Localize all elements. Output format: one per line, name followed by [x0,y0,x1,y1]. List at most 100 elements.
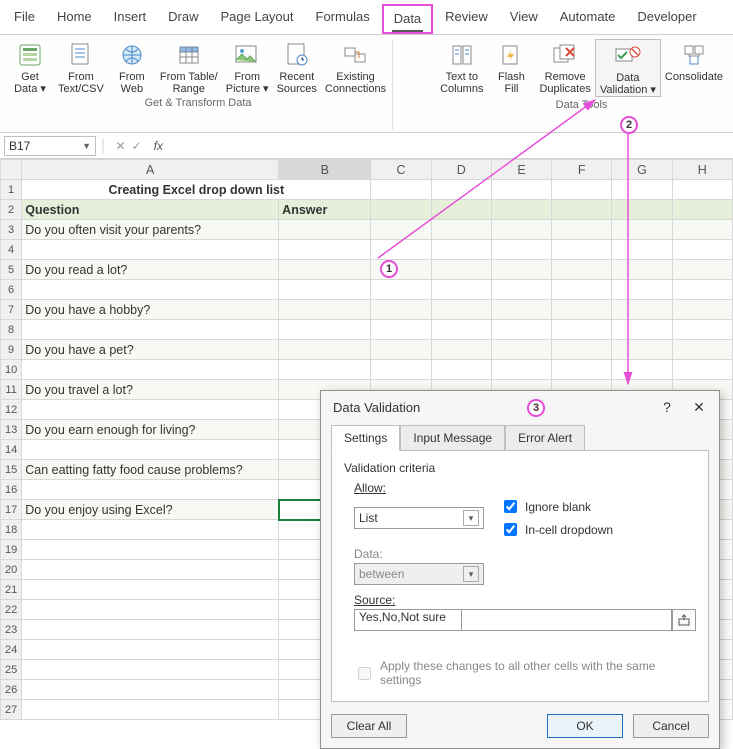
tab-automate[interactable]: Automate [550,4,626,34]
cell-A15[interactable]: Can eatting fatty food cause problems? [22,460,279,480]
fx-icon[interactable]: fx [150,139,167,153]
row-header-10[interactable]: 10 [1,360,22,380]
cell-B4[interactable] [279,240,371,260]
cell-A7[interactable]: Do you have a hobby? [22,300,279,320]
cell-G3[interactable] [612,220,672,240]
cell-F3[interactable] [552,220,612,240]
cell-D6[interactable] [431,280,491,300]
tab-draw[interactable]: Draw [158,4,208,34]
from-picture-button[interactable]: From Picture ▾ [222,39,273,95]
row-header-23[interactable]: 23 [1,620,22,640]
cell-A24[interactable] [22,640,279,660]
row-header-19[interactable]: 19 [1,540,22,560]
cell-C1[interactable] [371,180,431,200]
tab-file[interactable]: File [4,4,45,34]
col-header-C[interactable]: C [371,160,431,180]
cell-H9[interactable] [672,340,732,360]
cell-B3[interactable] [279,220,371,240]
cell-H10[interactable] [672,360,732,380]
col-header-B[interactable]: B [279,160,371,180]
cell-E9[interactable] [491,340,551,360]
name-box[interactable]: B17 ▼ [4,136,96,156]
cell-B6[interactable] [279,280,371,300]
row-header-26[interactable]: 26 [1,680,22,700]
row-header-18[interactable]: 18 [1,520,22,540]
row-header-3[interactable]: 3 [1,220,22,240]
cell-F8[interactable] [552,320,612,340]
row-header-6[interactable]: 6 [1,280,22,300]
row-header-25[interactable]: 25 [1,660,22,680]
cell-D2[interactable] [431,200,491,220]
tab-error-alert[interactable]: Error Alert [505,425,585,451]
cell-C2[interactable] [371,200,431,220]
close-button[interactable]: ✕ [689,399,709,416]
col-header-H[interactable]: H [672,160,732,180]
cell-E3[interactable] [491,220,551,240]
row-header-20[interactable]: 20 [1,560,22,580]
cell-F7[interactable] [552,300,612,320]
row-header-27[interactable]: 27 [1,700,22,720]
from-table-button[interactable]: From Table/ Range [156,39,222,95]
cell-A10[interactable] [22,360,279,380]
cell-C8[interactable] [371,320,431,340]
cell-H4[interactable] [672,240,732,260]
cell-F6[interactable] [552,280,612,300]
cell-E6[interactable] [491,280,551,300]
col-header-F[interactable]: F [552,160,612,180]
cell-A20[interactable] [22,560,279,580]
tab-insert[interactable]: Insert [104,4,157,34]
cell-C9[interactable] [371,340,431,360]
cell-G8[interactable] [612,320,672,340]
cell-H6[interactable] [672,280,732,300]
tab-input-message[interactable]: Input Message [400,425,505,451]
cell-E5[interactable] [491,260,551,280]
row-header-1[interactable]: 1 [1,180,22,200]
clear-all-button[interactable]: Clear All [331,714,407,738]
row-header-16[interactable]: 16 [1,480,22,500]
cell-H7[interactable] [672,300,732,320]
row-header-8[interactable]: 8 [1,320,22,340]
row-header-4[interactable]: 4 [1,240,22,260]
cell-A23[interactable] [22,620,279,640]
cell-G4[interactable] [612,240,672,260]
cell-B10[interactable] [279,360,371,380]
data-validation-button[interactable]: Data Validation ▾ [595,39,661,97]
cell-A27[interactable] [22,700,279,720]
cell-C10[interactable] [371,360,431,380]
cell-B9[interactable] [279,340,371,360]
cell-E8[interactable] [491,320,551,340]
cell-D3[interactable] [431,220,491,240]
cell-A11[interactable]: Do you travel a lot? [22,380,279,400]
tab-page-layout[interactable]: Page Layout [211,4,304,34]
tab-settings[interactable]: Settings [331,425,400,451]
cell-D9[interactable] [431,340,491,360]
row-header-22[interactable]: 22 [1,600,22,620]
row-header-12[interactable]: 12 [1,400,22,420]
cell-H2[interactable] [672,200,732,220]
cell-A16[interactable] [22,480,279,500]
source-input[interactable] [462,609,672,631]
cell-E2[interactable] [491,200,551,220]
row-header-11[interactable]: 11 [1,380,22,400]
tab-formulas[interactable]: Formulas [306,4,380,34]
row-header-24[interactable]: 24 [1,640,22,660]
row-header-7[interactable]: 7 [1,300,22,320]
cell-F1[interactable] [552,180,612,200]
row-header-5[interactable]: 5 [1,260,22,280]
cell-D5[interactable] [431,260,491,280]
select-all[interactable] [1,160,22,180]
text-to-columns-button[interactable]: Text to Columns [436,39,487,97]
row-header-21[interactable]: 21 [1,580,22,600]
cell-H5[interactable] [672,260,732,280]
col-header-E[interactable]: E [491,160,551,180]
cell-C4[interactable] [371,240,431,260]
cell-G5[interactable] [612,260,672,280]
cell-D4[interactable] [431,240,491,260]
cell-A9[interactable]: Do you have a pet? [22,340,279,360]
row-header-2[interactable]: 2 [1,200,22,220]
cell-H8[interactable] [672,320,732,340]
row-header-13[interactable]: 13 [1,420,22,440]
cell-H1[interactable] [672,180,732,200]
cell-H3[interactable] [672,220,732,240]
tab-data[interactable]: Data [382,4,433,34]
